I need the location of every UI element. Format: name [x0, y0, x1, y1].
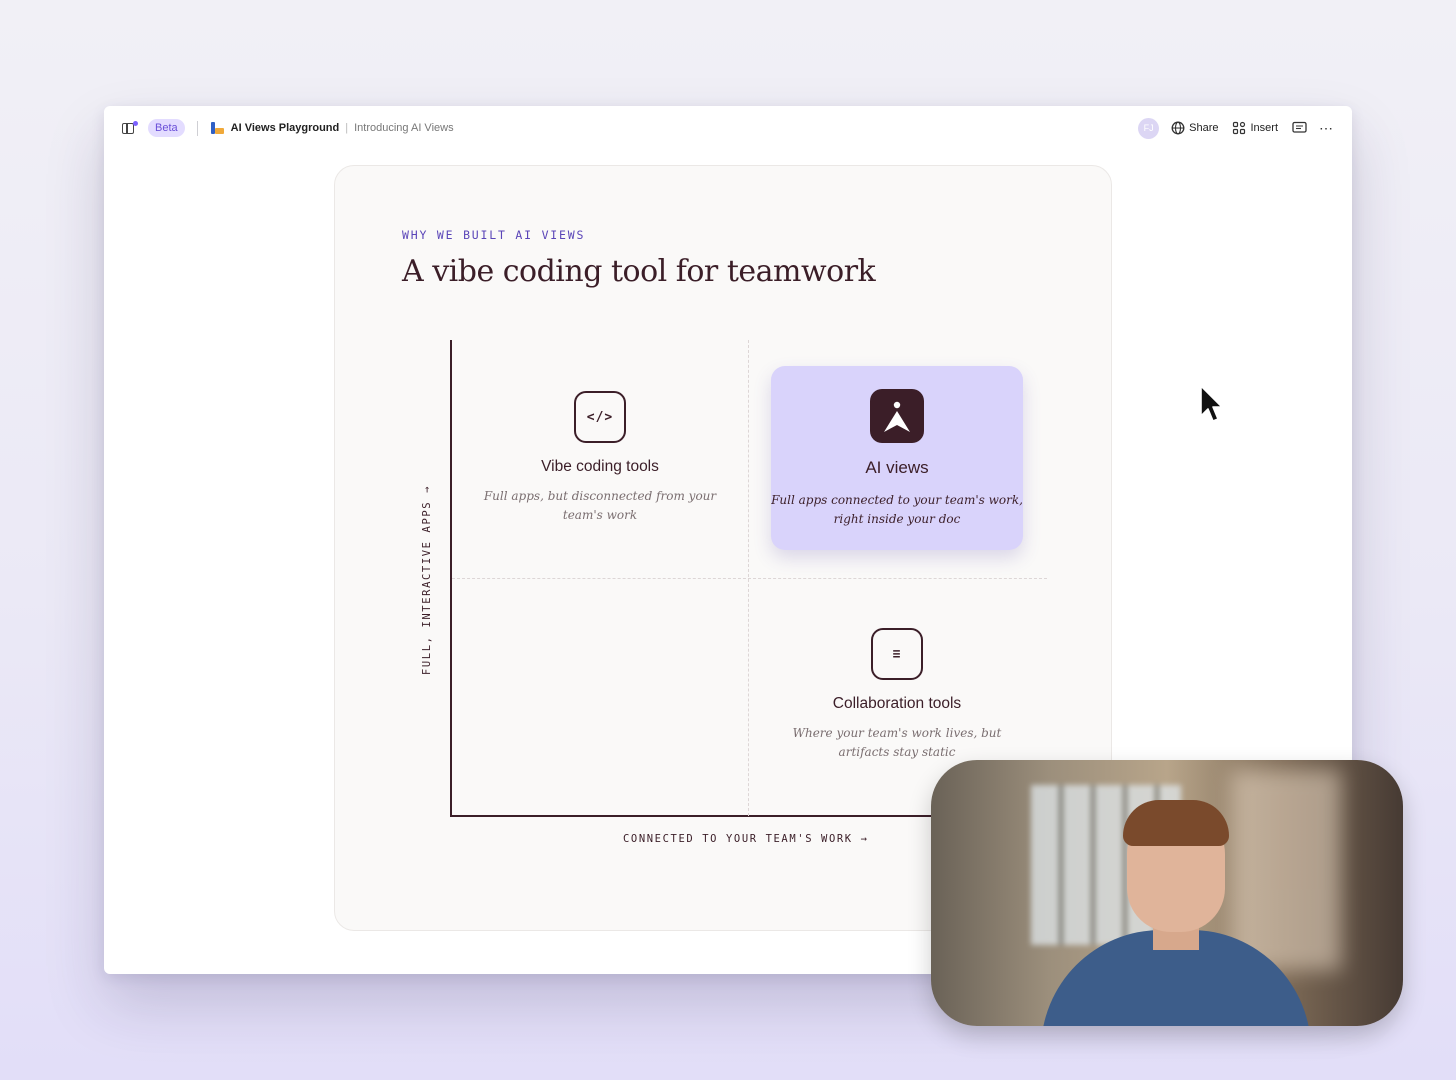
insert-label: Insert	[1250, 122, 1278, 134]
quadrant-title: Vibe coding tools	[541, 458, 659, 475]
beta-badge: Beta	[148, 119, 185, 137]
document-icon: ≡	[871, 628, 923, 680]
toolbar-right: FJ Share Insert ⋯	[1138, 117, 1334, 139]
webcam-overlay[interactable]	[931, 760, 1403, 1026]
insert-grid-icon	[1233, 121, 1246, 135]
share-label: Share	[1189, 122, 1219, 134]
code-glyph: </>	[586, 409, 614, 425]
quadrant-divider-horizontal	[452, 578, 1047, 579]
share-button[interactable]: Share	[1171, 121, 1218, 135]
sidebar-toggle-icon[interactable]	[122, 121, 138, 135]
code-icon: </>	[574, 391, 626, 443]
quadrant-title: Collaboration tools	[832, 695, 962, 712]
quadrant-collaboration-tools: ≡ Collaboration tools Where your team's …	[771, 628, 1023, 762]
divider	[196, 120, 198, 136]
insert-button[interactable]: Insert	[1232, 121, 1278, 135]
toolbar-left: Beta AI Views Playground | Introducing A…	[122, 118, 454, 138]
quadrant-title: AI views	[865, 458, 929, 477]
breadcrumb-separator: |	[345, 122, 349, 134]
doc-logo-icon	[210, 121, 224, 135]
quadrant-description: Where your team's work lives, but artifa…	[792, 726, 1002, 759]
page-title: A vibe coding tool for teamwork	[402, 254, 876, 289]
page-name[interactable]: Introducing AI Views	[354, 122, 453, 134]
avatar[interactable]: FJ	[1138, 117, 1160, 139]
top-toolbar: Beta AI Views Playground | Introducing A…	[104, 106, 1352, 150]
quadrant-description: Full apps, but disconnected from your te…	[483, 489, 717, 522]
x-axis-label: CONNECTED TO YOUR TEAM'S WORK →	[623, 833, 869, 845]
doc-title[interactable]: AI Views Playground	[231, 122, 340, 134]
quadrant-description: Full apps connected to your team's work,…	[771, 493, 1023, 526]
more-options-icon[interactable]: ⋯	[1319, 120, 1334, 137]
y-axis-label-wrap: FULL, INTERACTIVE APPS →	[419, 482, 435, 678]
comment-icon	[1292, 121, 1307, 133]
eyebrow-label: WHY WE BUILT AI VIEWS	[402, 228, 586, 242]
quadrant-vibe-coding-tools: </> Vibe coding tools Full apps, but dis…	[474, 391, 726, 525]
y-axis-label: FULL, INTERACTIVE APPS →	[421, 484, 433, 676]
document-glyph: ≡	[892, 646, 902, 662]
quadrant-ai-views: AI views Full apps connected to your tea…	[771, 366, 1023, 550]
ai-views-logo-icon	[870, 389, 924, 443]
comments-button[interactable]	[1292, 121, 1307, 135]
mouse-cursor-icon	[1200, 385, 1223, 422]
globe-icon	[1171, 121, 1185, 135]
